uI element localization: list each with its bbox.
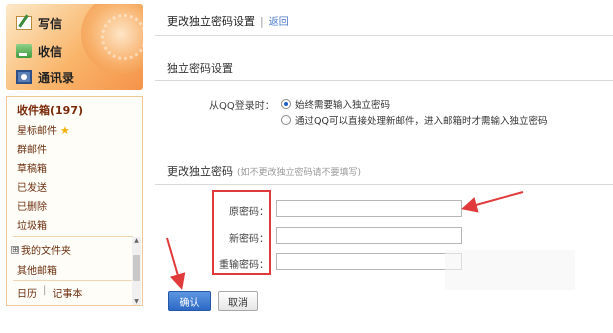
compose-button[interactable]: 写信 — [16, 12, 62, 34]
sidebar-item-label: 星标邮件 — [17, 126, 57, 137]
radio-selected-icon — [281, 99, 291, 109]
star-icon: ★ — [60, 124, 70, 137]
section-note: (如不更改独立密码请不要填写) — [237, 168, 362, 178]
section-divider — [155, 184, 613, 185]
cancel-button[interactable]: 取消 — [218, 291, 258, 311]
breadcrumb-separator: | — [260, 15, 264, 28]
scroll-thumb[interactable] — [133, 255, 140, 281]
receive-icon — [16, 44, 32, 58]
scroll-down-icon[interactable]: ▼ — [133, 298, 140, 305]
new-password-label: 新密码： — [229, 234, 269, 245]
scroll-up-icon[interactable]: ▲ — [133, 237, 140, 244]
sidebar-item-other-mailboxes[interactable]: 其他邮箱 — [17, 262, 57, 277]
section-title-text: 更改独立密码 — [167, 165, 233, 178]
my-folders-label: 我的文件夹 — [21, 246, 71, 257]
orange-decoration — [81, 4, 143, 74]
sidebar-item-inbox[interactable]: 收件箱(197) — [17, 102, 83, 118]
notes-link[interactable]: 记事本 — [52, 285, 82, 300]
breadcrumb: 更改独立密码设置 | 返回 — [167, 13, 289, 29]
sidebar-scrollbar[interactable]: ▲ ▼ — [132, 237, 141, 305]
receive-button[interactable]: 收信 — [16, 40, 62, 62]
new-password-field[interactable] — [276, 227, 462, 244]
compose-label: 写信 — [38, 16, 63, 31]
footer-divider: | — [43, 285, 47, 296]
quick-actions-panel: 写信 收信 通讯录 — [6, 4, 143, 90]
address-book-icon — [16, 70, 32, 84]
sidebar-item-my-folders[interactable]: ⊞ 我的文件夹 — [11, 242, 71, 257]
sidebar-item-spam[interactable]: 垃圾箱 — [17, 217, 47, 232]
section-title-change-password: 更改独立密码 (如不更改独立密码请不要填写) — [167, 163, 361, 179]
page-title: 更改独立密码设置 — [167, 15, 255, 28]
radio-unselected-icon — [281, 115, 291, 125]
divider — [13, 236, 133, 237]
calendar-link[interactable]: 日历 — [17, 285, 37, 300]
confirm-password-label: 重输密码： — [219, 260, 269, 271]
sidebar-footer: 日历 | 记事本 — [17, 285, 82, 300]
radio-always-require[interactable]: 始终需要输入独立密码 — [281, 97, 390, 111]
section-title-password-settings: 独立密码设置 — [167, 62, 233, 75]
watermark-area — [445, 250, 575, 290]
app-root: 写信 收信 通讯录 收件箱(197) 星标邮件 ★ 群邮件 草稿箱 已发送 已删除… — [0, 0, 613, 333]
sidebar: 写信 收信 通讯录 收件箱(197) 星标邮件 ★ 群邮件 草稿箱 已发送 已删除… — [0, 0, 147, 333]
divider — [13, 280, 133, 281]
old-password-field[interactable] — [276, 200, 462, 217]
sidebar-item-starred[interactable]: 星标邮件 ★ — [17, 122, 70, 137]
main-panel: 更改独立密码设置 | 返回 独立密码设置 从QQ登录时： 始终需要输入独立密码 通过… — [155, 0, 613, 333]
folder-list: 收件箱(197) 星标邮件 ★ 群邮件 草稿箱 已发送 已删除 垃圾箱 ⊞ 我的文… — [6, 96, 143, 306]
receive-label: 收信 — [38, 44, 63, 59]
radio-label: 通过QQ可以直接处理新邮件，进入邮箱时才需输入独立密码 — [295, 116, 548, 127]
sidebar-item-drafts[interactable]: 草稿箱 — [17, 160, 47, 175]
confirm-button[interactable]: 确认 — [168, 291, 211, 311]
sidebar-item-group-mail[interactable]: 群邮件 — [17, 141, 47, 156]
sidebar-item-sent[interactable]: 已发送 — [17, 179, 47, 194]
address-book-label: 通讯录 — [38, 70, 75, 85]
expand-icon: ⊞ — [11, 244, 19, 254]
write-icon — [16, 16, 32, 30]
sidebar-item-deleted[interactable]: 已删除 — [17, 198, 47, 213]
back-link[interactable]: 返回 — [269, 17, 289, 28]
confirm-password-field[interactable] — [276, 253, 462, 270]
radio-qq-direct[interactable]: 通过QQ可以直接处理新邮件，进入邮箱时才需输入独立密码 — [281, 113, 547, 127]
section-divider — [155, 80, 613, 81]
login-option-label: 从QQ登录时： — [209, 101, 275, 112]
old-password-label: 原密码： — [229, 207, 269, 218]
header-divider — [155, 35, 613, 36]
address-book-button[interactable]: 通讯录 — [16, 66, 74, 88]
radio-label: 始终需要输入独立密码 — [295, 100, 391, 111]
